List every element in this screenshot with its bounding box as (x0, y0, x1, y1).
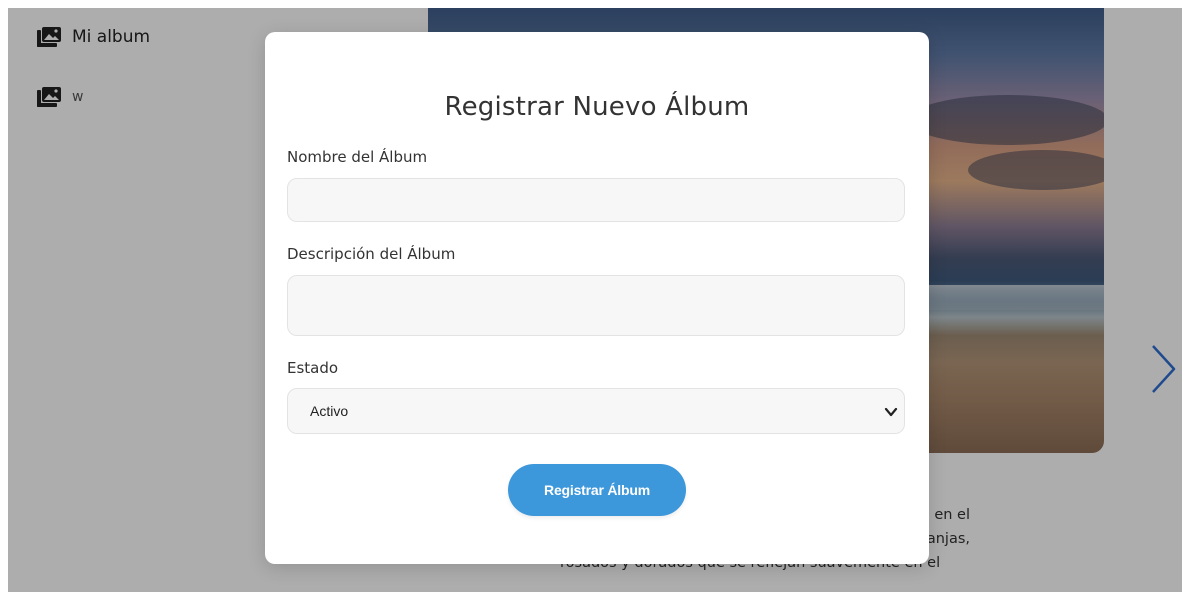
album-state-selected-value: Activo (310, 403, 349, 419)
chevron-down-icon (884, 405, 898, 419)
page-left-edge (0, 0, 8, 592)
album-name-label: Nombre del Álbum (287, 148, 428, 166)
register-album-modal: Registrar Nuevo Álbum Nombre del Álbum D… (265, 32, 929, 564)
register-album-button[interactable]: Registrar Álbum (508, 464, 686, 516)
album-description-textarea[interactable] (287, 275, 905, 336)
page-top-edge (0, 0, 1182, 8)
album-state-select[interactable]: Activo (287, 388, 905, 434)
modal-title: Registrar Nuevo Álbum (444, 92, 750, 122)
album-state-label: Estado (287, 359, 339, 377)
album-name-input[interactable] (287, 178, 905, 222)
page: Mi album w en el anjas, rosados y dorado (0, 0, 1182, 592)
album-description-label: Descripción del Álbum (287, 245, 456, 263)
